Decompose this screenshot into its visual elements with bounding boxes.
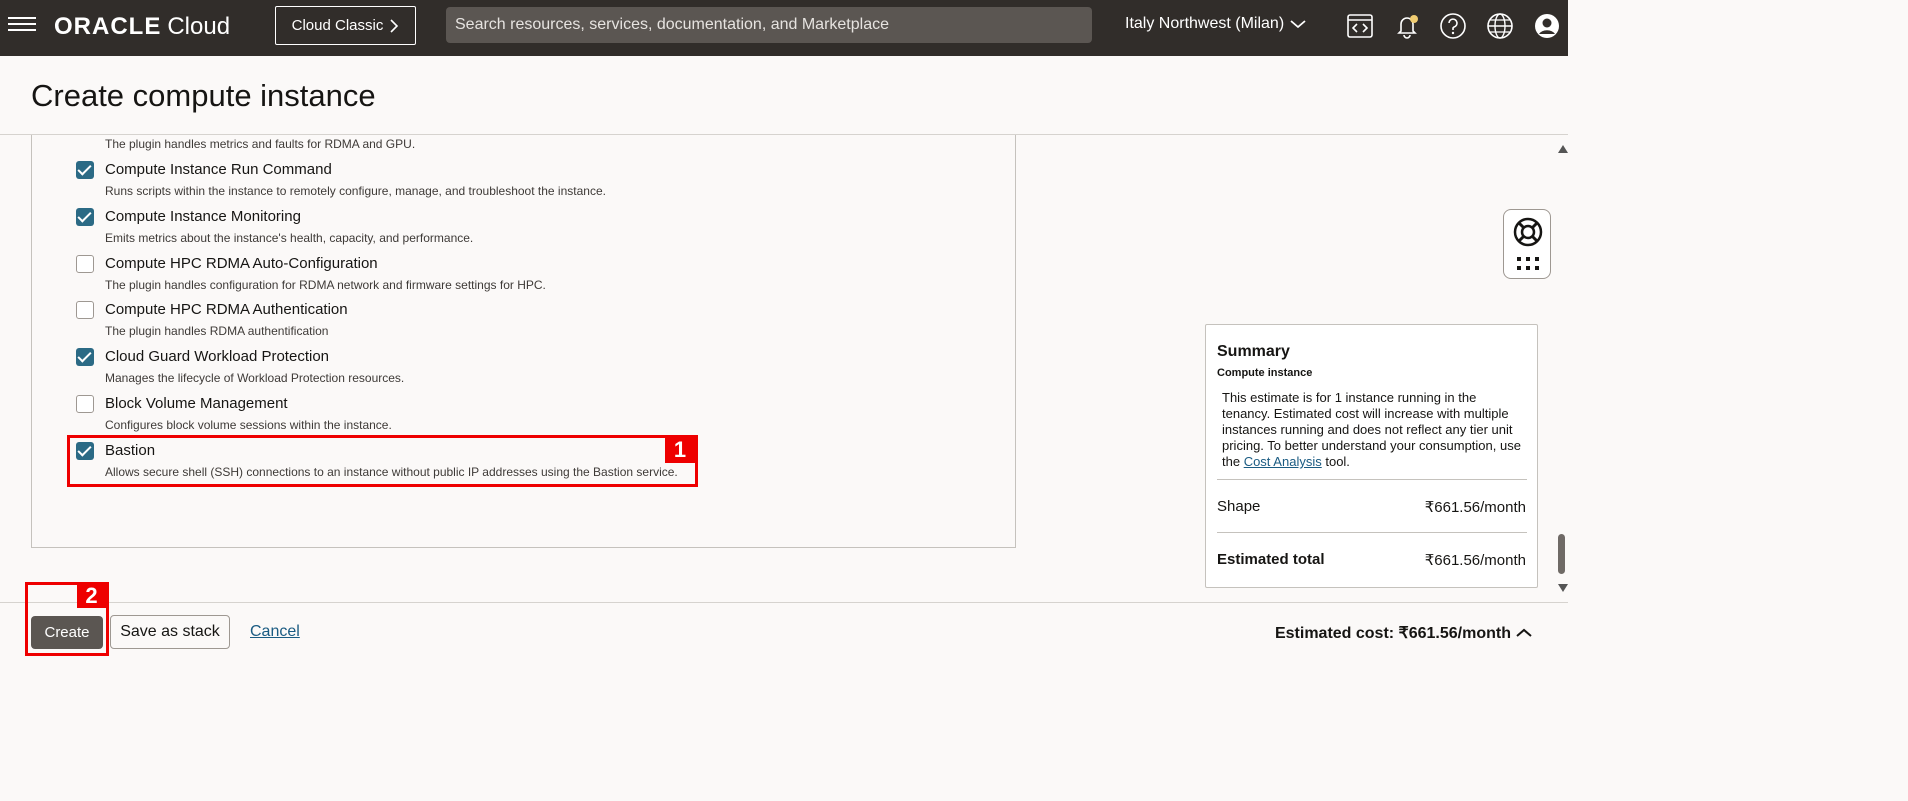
plugin-checkbox[interactable] xyxy=(76,255,94,273)
plugin-name: Block Volume Management xyxy=(105,395,288,412)
estimated-cost-label: Estimated cost: ₹661.56/month xyxy=(1274,625,1511,642)
summary-divider xyxy=(1217,479,1527,480)
user-profile-icon[interactable] xyxy=(1533,12,1561,40)
menu-icon[interactable] xyxy=(8,13,36,37)
action-footer: Create Save as stack Cancel Estimated co… xyxy=(0,602,1568,658)
plugin-description: Runs scripts within the instance to remo… xyxy=(105,184,606,198)
grid-dots-icon xyxy=(1517,257,1539,270)
summary-text-after-link: tool. xyxy=(1321,454,1350,469)
save-as-stack-button[interactable]: Save as stack xyxy=(110,615,230,649)
code-editor-icon[interactable] xyxy=(1346,12,1374,40)
shape-value: ₹661.56/month xyxy=(1424,499,1526,516)
cancel-link[interactable]: Cancel xyxy=(250,623,300,641)
notifications-bell-icon[interactable] xyxy=(1393,12,1421,40)
product-name: Cloud xyxy=(167,13,231,40)
highlight-box-step-1 xyxy=(67,435,698,487)
cloud-classic-button[interactable]: Cloud Classic xyxy=(275,6,416,45)
plugin-checkbox[interactable] xyxy=(76,161,94,179)
scroll-thumb[interactable] xyxy=(1558,534,1565,574)
plugin-description: Emits metrics about the instance's healt… xyxy=(105,231,474,245)
chevron-right-icon xyxy=(390,18,399,33)
plugin-checkbox[interactable] xyxy=(76,348,94,366)
plugin-checkbox[interactable] xyxy=(76,301,94,319)
plugin-description: Configures block volume sessions within … xyxy=(105,418,392,432)
chevron-down-icon xyxy=(1290,20,1306,29)
plugin-description: Manages the lifecycle of Workload Protec… xyxy=(105,371,405,385)
summary-subtitle: Compute instance xyxy=(1217,367,1313,379)
cloud-classic-label: Cloud Classic xyxy=(291,17,384,34)
plugin-name: Compute HPC RDMA Auto-Configuration xyxy=(105,255,378,272)
summary-title: Summary xyxy=(1217,343,1290,360)
plugin-name: Cloud Guard Workload Protection xyxy=(105,348,330,365)
plugin-name: Compute Instance Monitoring xyxy=(105,208,301,225)
scroll-up-arrow-icon[interactable] xyxy=(1558,145,1568,153)
help-widget[interactable] xyxy=(1503,209,1551,279)
scroll-down-arrow-icon[interactable] xyxy=(1558,584,1568,592)
plugin-description: The plugin handles metrics and faults fo… xyxy=(105,137,416,151)
step-badge-2: 2 xyxy=(77,583,106,608)
cost-summary-panel: Summary Compute instance This estimate i… xyxy=(1205,324,1538,588)
estimated-total-value: ₹661.56/month xyxy=(1424,552,1526,569)
language-globe-icon[interactable] xyxy=(1486,12,1514,40)
page-header: Create compute instance xyxy=(0,56,1568,135)
summary-description: This estimate is for 1 instance running … xyxy=(1222,390,1528,470)
plugin-description: The plugin handles RDMA authentification xyxy=(105,324,329,338)
plugin-name: Compute Instance Run Command xyxy=(105,161,332,178)
lifebuoy-icon xyxy=(1513,217,1543,247)
brand-name: ORACLE xyxy=(54,13,162,40)
region-selector[interactable]: Italy Northwest (Milan) xyxy=(1125,15,1306,33)
help-icon[interactable] xyxy=(1439,12,1467,40)
cost-analysis-link[interactable]: Cost Analysis xyxy=(1244,454,1322,469)
estimated-cost-toggle[interactable]: Estimated cost: ₹661.56/month xyxy=(1275,623,1532,643)
estimated-total-label: Estimated total xyxy=(1217,551,1325,568)
page-scrollbar[interactable] xyxy=(1555,140,1568,600)
page-title: Create compute instance xyxy=(31,78,376,113)
plugin-checkbox[interactable] xyxy=(76,395,94,413)
chevron-up-icon xyxy=(1516,628,1532,637)
oracle-cloud-logo[interactable]: ORACLE Cloud xyxy=(54,13,230,43)
plugin-description: The plugin handles configuration for RDM… xyxy=(105,278,546,292)
summary-divider xyxy=(1217,532,1527,533)
search-input[interactable] xyxy=(455,16,1083,34)
shape-label: Shape xyxy=(1217,498,1261,515)
step-badge-1: 1 xyxy=(665,437,695,463)
top-navbar: ORACLE Cloud Cloud Classic Italy Northwe… xyxy=(0,0,1568,56)
plugin-name: Compute HPC RDMA Authentication xyxy=(105,301,348,318)
plugin-checkbox[interactable] xyxy=(76,208,94,226)
search-box xyxy=(446,7,1092,43)
region-label: Italy Northwest (Milan) xyxy=(1125,15,1285,32)
